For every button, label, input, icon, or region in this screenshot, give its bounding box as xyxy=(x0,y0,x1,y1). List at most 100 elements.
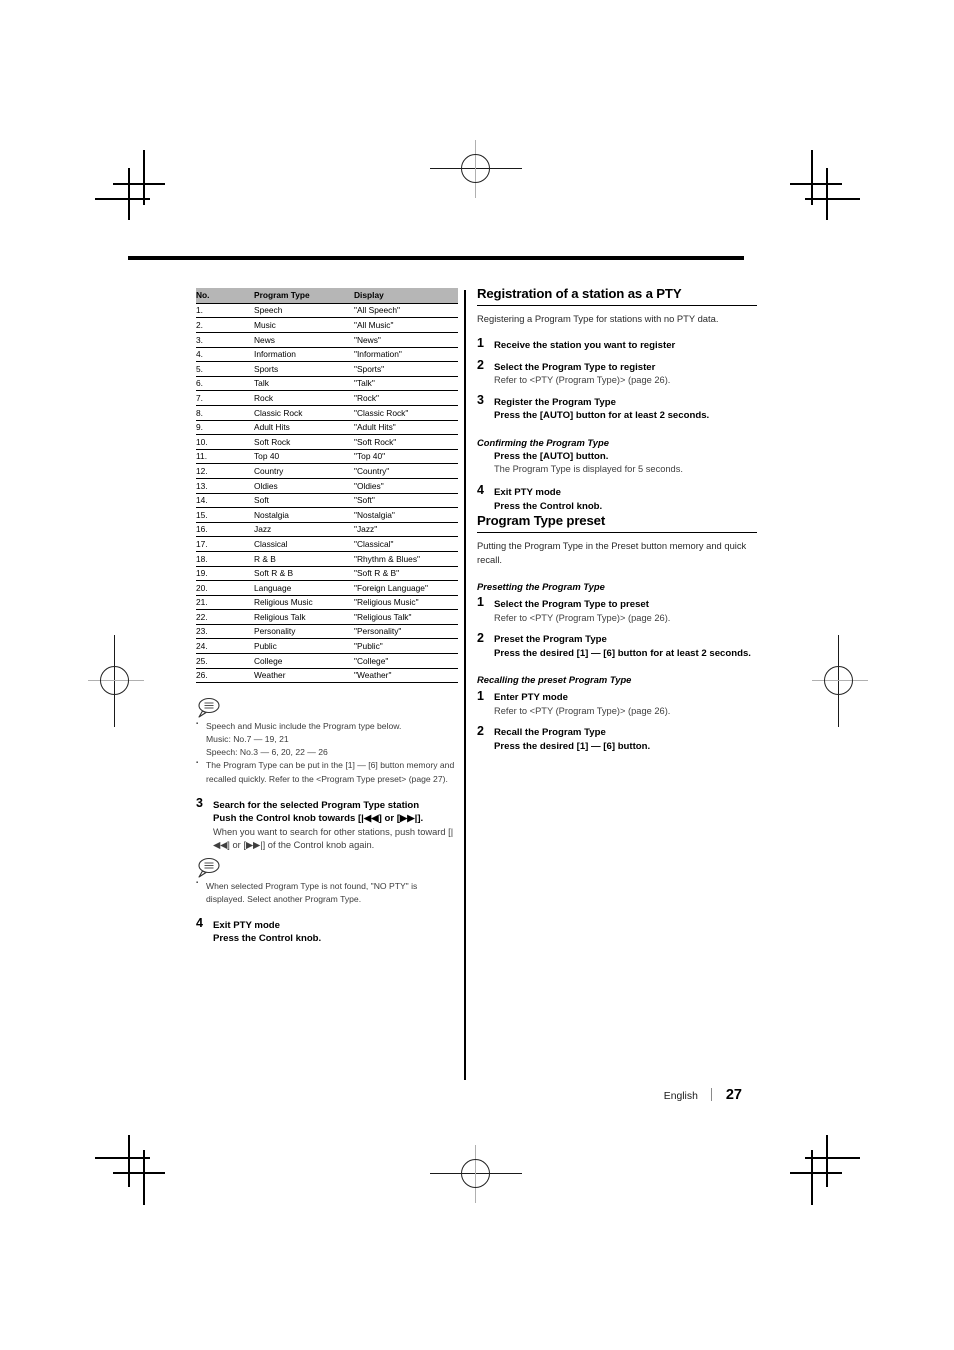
note-block-table: Speech and Music include the Program typ… xyxy=(196,697,458,785)
cell-display: "Soft" xyxy=(354,493,458,509)
table-header-row: No. Program Type Display xyxy=(196,288,458,304)
recall-step-1-title: Enter PTY mode xyxy=(494,692,568,704)
step-3-title: Search for the selected Program Type sta… xyxy=(213,799,420,811)
registration-step-3-number: 3 xyxy=(477,393,484,408)
step-4-exit-pty: 4 Exit PTY mode Press the Control knob. xyxy=(196,916,458,946)
cell-display: "Rock" xyxy=(354,390,458,406)
cell-display: "Soft Rock" xyxy=(354,434,458,450)
note-block-search: When selected Program Type is not found,… xyxy=(196,857,458,906)
right-column: Registration of a station as a PTY Regis… xyxy=(477,286,757,754)
page-footer: English 27 xyxy=(0,1086,954,1104)
note-bubble-icon xyxy=(198,698,220,718)
table-row: 22. Religious Talk "Religious Talk" xyxy=(196,609,458,625)
program-type-table: No. Program Type Display 1. Speech "All Sp… xyxy=(196,288,458,684)
cell-no: 7. xyxy=(196,390,254,406)
cell-program-type: Speech xyxy=(254,303,354,319)
table-row: 7. Rock "Rock" xyxy=(196,390,458,406)
recall-step-1: 1 Enter PTY mode Refer to <PTY (Program … xyxy=(477,690,757,718)
cell-display: "All Speech" xyxy=(354,303,458,319)
recall-step-1-reference: Refer to <PTY (Program Type)> (page 26). xyxy=(494,705,671,716)
confirming-plain-text: The Program Type is displayed for 5 seco… xyxy=(494,464,683,475)
registration-step-2: 2 Select the Program Type to register Re… xyxy=(477,358,757,388)
cell-program-type: Information xyxy=(254,347,354,363)
table-row: 21. Religious Music "Religious Music" xyxy=(196,595,458,611)
cell-no: 24. xyxy=(196,638,254,655)
cell-no: 19. xyxy=(196,566,254,582)
cell-program-type: Sports xyxy=(254,361,354,377)
registration-step-3: 3 Register the Program Type Press the [A… xyxy=(477,393,757,423)
cell-display: "Nostalgia" xyxy=(354,507,458,523)
note-bullet-1-line-3: Speech: No.3 — 6, 20, 22 — 26 xyxy=(206,747,328,758)
footer-language-label: English xyxy=(663,1091,698,1102)
cell-program-type: Soft xyxy=(254,493,354,509)
cell-no: 22. xyxy=(196,609,254,625)
cell-program-type: R & B xyxy=(254,551,354,567)
registration-step-1-title: Receive the station you want to register xyxy=(494,339,676,351)
table-row: 24. Public "Public" xyxy=(196,638,458,655)
cell-program-type: Weather xyxy=(254,668,354,684)
cell-program-type: Language xyxy=(254,580,354,596)
recall-step-2-title: Recall the Program Type xyxy=(494,727,606,739)
cell-no: 6. xyxy=(196,376,254,392)
step-3-bold-instruction: Push the Control knob towards [|◀◀] or [… xyxy=(213,813,424,825)
step-4-title: Exit PTY mode xyxy=(213,919,280,931)
table-row: 4. Information "Information" xyxy=(196,347,458,363)
recall-step-2-number: 2 xyxy=(477,723,484,738)
cell-display: "Country" xyxy=(354,463,458,479)
confirming-subheading: Confirming the Program Type xyxy=(477,436,609,448)
preset-step-1: 1 Select the Program Type to preset Refe… xyxy=(477,596,757,625)
cell-no: 5. xyxy=(196,361,254,377)
cell-display: "Rhythm & Blues" xyxy=(354,551,458,567)
step-3-search: 3 Search for the selected Program Type s… xyxy=(196,796,458,853)
cell-no: 17. xyxy=(196,536,254,552)
registration-step-2-number: 2 xyxy=(477,358,484,373)
cell-display: "Weather" xyxy=(354,668,458,684)
cell-program-type: News xyxy=(254,332,354,348)
presetting-subheading: Presetting the Program Type xyxy=(477,580,605,592)
note-bullet-1: Speech and Music include the Program typ… xyxy=(196,720,458,759)
cell-program-type: Religious Talk xyxy=(254,609,354,625)
registration-intro: Registering a Program Type for stations … xyxy=(477,313,719,324)
cell-program-type: Talk xyxy=(254,376,354,392)
preset-step-1-title: Select the Program Type to preset xyxy=(494,598,649,610)
cell-program-type: Rock xyxy=(254,390,354,406)
cell-display: "Information" xyxy=(354,347,458,363)
cell-no: 10. xyxy=(196,434,254,450)
table-row: 23. Personality "Personality" xyxy=(196,624,458,640)
cell-display: "Religious Music" xyxy=(354,595,458,611)
cell-display: "Classic Rock" xyxy=(354,405,458,421)
table-row: 17. Classical "Classical" xyxy=(196,536,458,552)
registration-step-4: 4 Exit PTY mode Press the Control knob. xyxy=(477,484,757,513)
cell-program-type: Soft Rock xyxy=(254,434,354,450)
cell-display: "Public" xyxy=(354,638,458,655)
preset-step-2-number: 2 xyxy=(477,630,484,645)
step-3-number: 3 xyxy=(196,796,203,811)
cell-no: 13. xyxy=(196,478,254,494)
step-4-number: 4 xyxy=(196,916,203,931)
recalling-subheading: Recalling the preset Program Type xyxy=(477,674,632,686)
cell-display: "Talk" xyxy=(354,376,458,392)
preset-step-2-instruction: Press the desired [1] — [6] button for a… xyxy=(494,647,751,659)
registration-step-4-title: Exit PTY mode xyxy=(494,486,561,498)
registration-step-3-title: Register the Program Type xyxy=(494,396,616,408)
table-row: 25. College "College" xyxy=(196,653,458,669)
cell-display: "Top 40" xyxy=(354,449,458,465)
cell-program-type: Classical xyxy=(254,536,354,552)
cell-no: 23. xyxy=(196,624,254,640)
column-header-type: Program Type xyxy=(254,288,354,304)
cell-program-type: Adult Hits xyxy=(254,420,354,436)
cell-no: 16. xyxy=(196,522,254,538)
note-bullet-1-line-1: Speech and Music include the Program typ… xyxy=(206,721,402,732)
cell-no: 25. xyxy=(196,653,254,669)
cell-no: 12. xyxy=(196,463,254,479)
cell-program-type: Oldies xyxy=(254,478,354,494)
cell-display: "Foreign Language" xyxy=(354,580,458,596)
page-top-rule xyxy=(128,256,744,260)
confirming-bold-instruction: Press the [AUTO] button. xyxy=(494,450,609,462)
cell-display: "Oldies" xyxy=(354,478,458,494)
section-heading-registration: Registration of a station as a PTY xyxy=(477,286,757,306)
cell-display: "Religious Talk" xyxy=(354,609,458,625)
cell-no: 26. xyxy=(196,668,254,684)
cell-display: "Personality" xyxy=(354,624,458,640)
table-row: 3. News "News" xyxy=(196,332,458,348)
